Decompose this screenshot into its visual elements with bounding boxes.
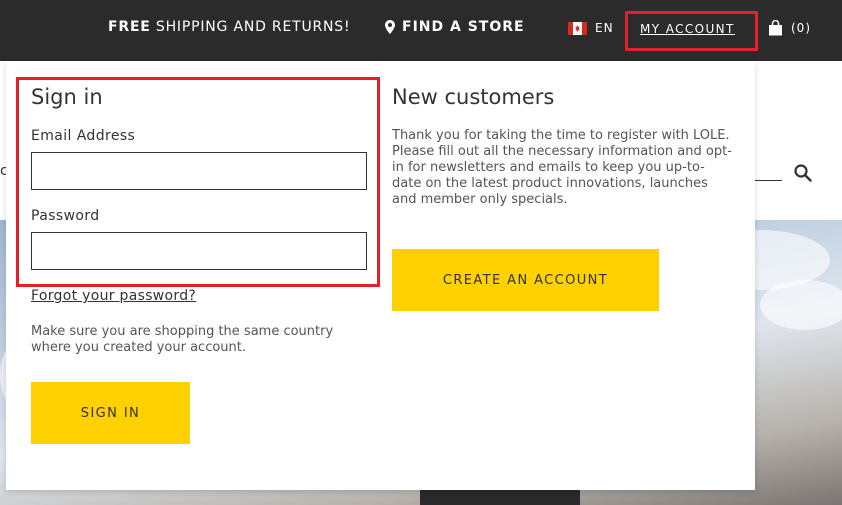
new-customers-heading: New customers xyxy=(392,85,555,109)
my-account-link[interactable]: MY ACCOUNT xyxy=(640,22,735,36)
top-bar: FREE SHIPPING AND RETURNS! FIND A STORE … xyxy=(0,0,842,61)
country-note: Make sure you are shopping the same coun… xyxy=(31,324,334,355)
email-label: Email Address xyxy=(31,128,136,144)
shopping-bag-icon xyxy=(769,20,782,36)
sign-in-heading: Sign in xyxy=(31,85,103,109)
language-selector[interactable]: EN xyxy=(568,21,614,35)
password-field[interactable] xyxy=(31,232,367,270)
password-label: Password xyxy=(31,208,100,224)
shipping-promo: FREE SHIPPING AND RETURNS! xyxy=(108,19,351,35)
map-pin-icon xyxy=(385,20,395,34)
find-store-link[interactable]: FIND A STORE xyxy=(385,19,525,35)
search-icon[interactable] xyxy=(794,164,812,186)
create-account-button[interactable]: CREATE AN ACCOUNT xyxy=(392,249,659,311)
email-field[interactable] xyxy=(31,152,367,190)
cart-count: (0) xyxy=(791,21,811,35)
new-customers-text: Thank you for taking the time to registe… xyxy=(392,128,732,207)
forgot-password-link[interactable]: Forgot your password? xyxy=(31,288,196,304)
cart-button[interactable]: (0) xyxy=(768,20,811,36)
sign-in-button[interactable]: SIGN IN xyxy=(31,382,190,444)
canada-flag-icon xyxy=(568,21,587,35)
